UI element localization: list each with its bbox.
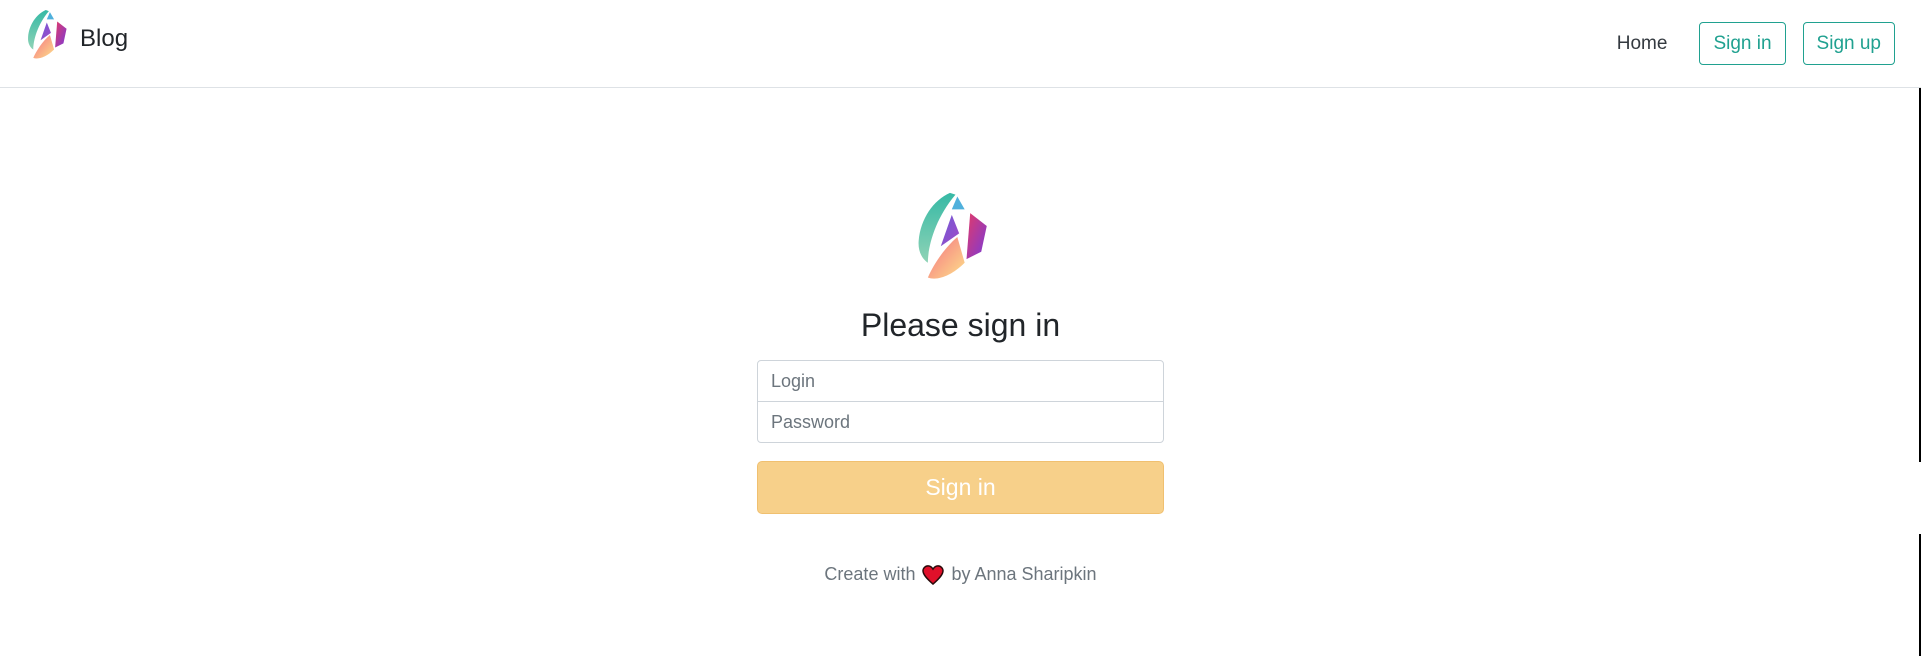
nav-sign-up-button[interactable]: Sign up — [1802, 22, 1895, 65]
nav-sign-in-button[interactable]: Sign in — [1699, 22, 1786, 65]
brand-logo-icon — [918, 192, 987, 279]
brand-logo-icon — [28, 10, 67, 59]
sign-in-form: Please sign in Sign in Create with by An… — [757, 190, 1164, 585]
nav-home-link[interactable]: Home — [1617, 22, 1668, 65]
footer-suffix: by Anna Sharipkin — [951, 564, 1097, 585]
brand-text: Blog — [80, 25, 129, 52]
sign-in-submit-button[interactable]: Sign in — [757, 461, 1164, 515]
footer-prefix: Create with — [824, 564, 916, 585]
login-input[interactable] — [757, 360, 1164, 403]
nav-actions: Home Sign in Sign up — [1617, 22, 1895, 65]
password-input[interactable] — [757, 401, 1164, 444]
heart-icon — [922, 565, 945, 585]
form-title: Please sign in — [860, 307, 1061, 343]
brand-link[interactable]: Blog — [26, 8, 128, 62]
top-navbar: Blog Home Sign in Sign up — [0, 0, 1921, 88]
footer-credit: Create with by Anna Sharipkin — [757, 564, 1164, 585]
